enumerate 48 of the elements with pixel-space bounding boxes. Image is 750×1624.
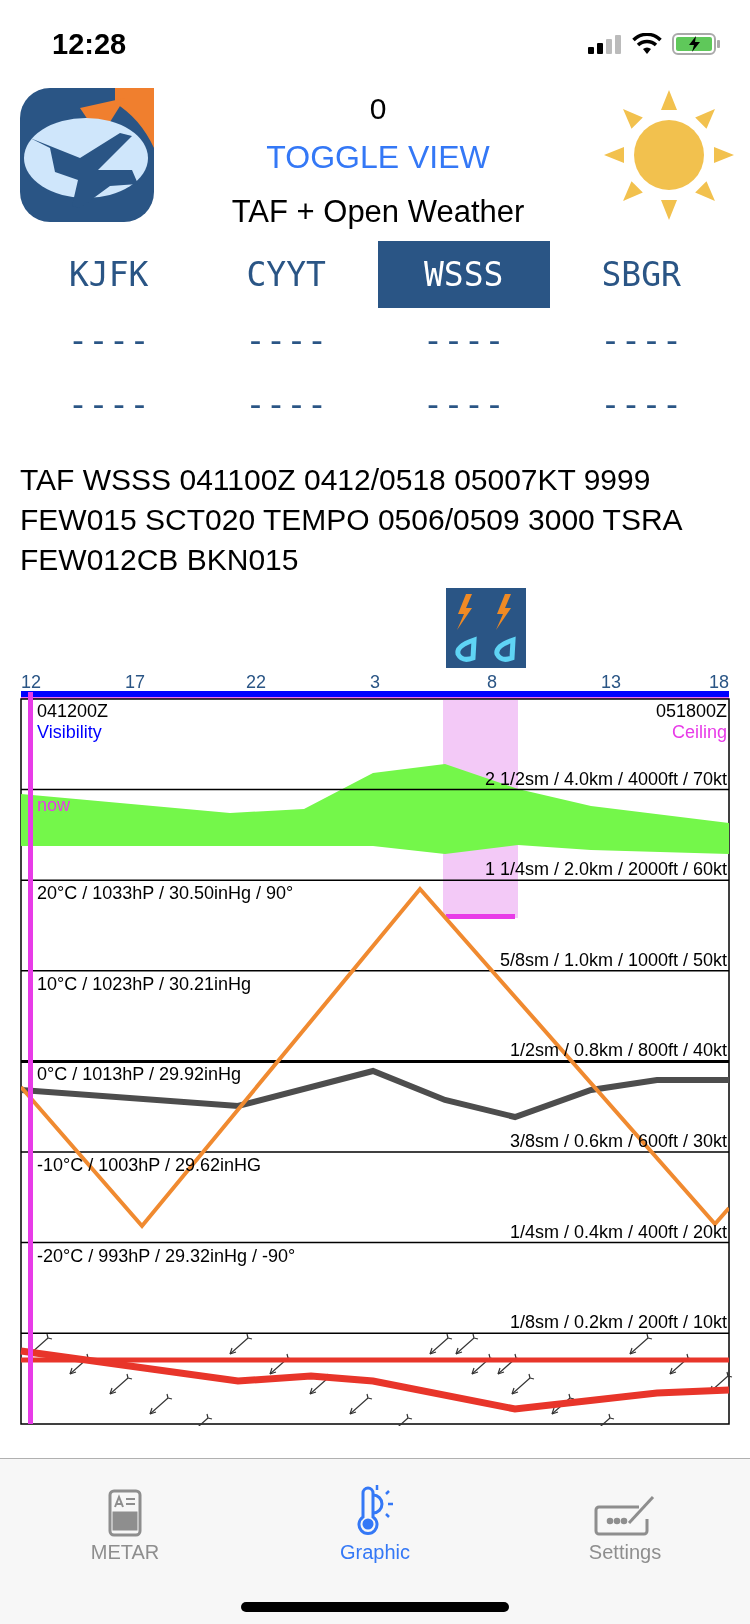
axis-label: 2 1/2sm / 4.0km / 4000ft / 70kt: [484, 768, 727, 789]
station-value: ----: [422, 383, 505, 426]
station-value: ----: [245, 383, 328, 426]
axis-label: 0°C / 1013hP / 29.92inHg: [37, 1064, 241, 1085]
axis-label: 1/4sm / 0.4km / 400ft / 20kt: [509, 1221, 727, 1242]
status-time: 12:28: [52, 27, 127, 61]
hour-label: 18: [708, 672, 729, 692]
axis-label: 1/2sm / 0.8km / 800ft / 40kt: [509, 1040, 727, 1061]
keyboard-pen-icon: [593, 1493, 657, 1537]
axis-label: 20°C / 1033hP / 30.50inHg / 90°: [37, 883, 294, 904]
tempo-marker: [446, 914, 515, 919]
station-tab[interactable]: KJFK: [23, 241, 195, 308]
source-label: TAF + Open Weather: [231, 193, 525, 231]
axis-label: 5/8sm / 1.0km / 1000ft / 50kt: [499, 949, 727, 970]
axis-label: 10°C / 1023hP / 30.21inHg: [37, 973, 252, 994]
station-value: ----: [422, 319, 505, 362]
end-time-label: 051800Z: [655, 701, 727, 721]
station-value: ----: [67, 319, 150, 362]
thunderstorm-rain-icon: [446, 588, 526, 668]
station-tab[interactable]: WSSS: [378, 241, 550, 308]
hour-label: 17: [125, 672, 145, 692]
axis-label: 1/8sm / 0.2km / 200ft / 10kt: [509, 1312, 727, 1333]
axis-label: -20°C / 993hP / 29.32inHg / -90°: [37, 1245, 296, 1266]
start-time-label: 041200Z: [37, 701, 109, 721]
hour-label: 12: [21, 672, 42, 692]
visibility-label: Visibility: [37, 722, 102, 742]
now-label: now: [37, 795, 71, 815]
station-value: ----: [600, 383, 683, 426]
station-value: ----: [600, 319, 683, 362]
hour-label: 22: [246, 672, 266, 692]
signal-icon: [588, 34, 622, 54]
axis-label: 1 1/4sm / 2.0km / 2000ft / 60kt: [484, 859, 727, 880]
wifi-icon: [632, 33, 662, 55]
ceiling-label: Ceiling: [671, 722, 727, 742]
station-tab[interactable]: CYYT: [200, 241, 372, 308]
airplane-logo-icon: [20, 88, 154, 222]
taf-text: TAF WSSS 041100Z 0412/0518 05007KT 9999 FEW015 SCT020 TEMPO 0506/0509 3000 TSRA FEW012CB BKN015: [20, 462, 683, 578]
toggle-view-button[interactable]: TOGGLE VIEW: [266, 128, 490, 186]
tab-bar-item[interactable]: Graphic: [295, 1475, 455, 1565]
counter-value: 0: [369, 91, 387, 127]
sun-icon: [602, 88, 736, 222]
station-tab[interactable]: SBGR: [555, 241, 727, 308]
hour-label: 8: [487, 672, 497, 692]
hour-label: 3: [370, 672, 380, 692]
station-value: ----: [245, 319, 328, 362]
battery-icon: [672, 33, 720, 55]
station-value: ----: [67, 383, 150, 426]
hour-label: 13: [601, 672, 621, 692]
